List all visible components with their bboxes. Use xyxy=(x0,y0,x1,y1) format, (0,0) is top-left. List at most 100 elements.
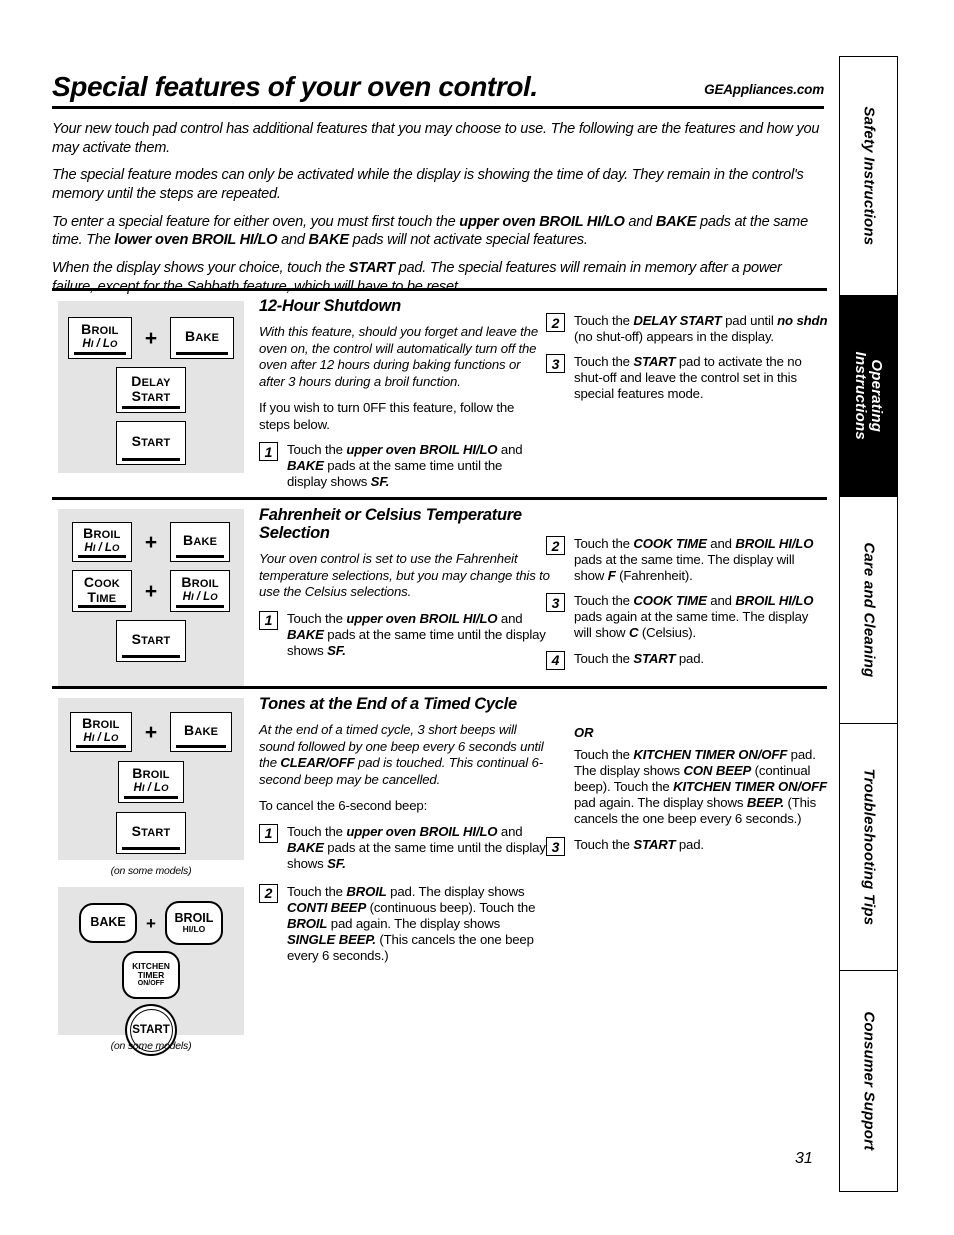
sidebar-tab-consumer-support[interactable]: Consumer Support xyxy=(839,970,898,1192)
shutdown-left-column: 12-Hour Shutdown With this feature, shou… xyxy=(259,297,539,499)
intro-paragraph-1: Your new touch pad control has additiona… xyxy=(52,121,820,156)
website-url: GEAppliances.com xyxy=(704,82,824,98)
step-number: 2 xyxy=(546,313,565,332)
pad-start[interactable]: START xyxy=(116,421,186,465)
temperature-left-column: Fahrenheit or Celsius Temperature Select… xyxy=(259,506,559,668)
step-number: 1 xyxy=(259,823,278,843)
step-text: Touch the START pad. xyxy=(574,650,704,666)
or-label: OR xyxy=(574,725,594,740)
section-intro: With this feature, should you forget and… xyxy=(259,324,539,389)
step-number: 2 xyxy=(546,536,565,555)
pad-bake[interactable]: BAKE xyxy=(170,522,231,562)
step-text: Touch the DELAY START pad until no shdn … xyxy=(574,313,828,345)
sidebar-tabs: Safety Instructions Operating Instruction… xyxy=(839,56,898,1192)
sidebar-tab-troubleshooting-tips[interactable]: Troubleshooting Tips xyxy=(839,723,898,971)
intro-text: Your new touch pad control has additiona… xyxy=(52,120,827,305)
pad-cook-time[interactable]: COOK TIME xyxy=(71,570,132,612)
step-number: 1 xyxy=(259,442,278,462)
pad-bake[interactable]: BAKE xyxy=(170,317,235,359)
step-text: Touch the upper oven BROIL HI/LO and BAK… xyxy=(287,442,523,490)
round-pad-label: BAKE xyxy=(90,915,126,930)
pad-diagram-shutdown: BROIL HI / LO + BAKE DELAY START START xyxy=(58,301,244,473)
round-pad-broil-hi-lo[interactable]: BROIL HI/LO xyxy=(164,901,223,945)
step-number: 1 xyxy=(259,610,278,630)
round-pad-label: START xyxy=(132,1024,170,1036)
plus-icon: + xyxy=(144,326,158,350)
panel-note-models: (on some models) xyxy=(110,865,192,877)
intro-paragraph-2: The special feature modes can only be ac… xyxy=(52,167,804,203)
pad-broil-hi-lo[interactable]: BROIL HI / LO xyxy=(67,317,132,359)
section-note: If you wish to turn 0FF this feature, fo… xyxy=(259,400,515,432)
sidebar-tab-label: Safety Instructions xyxy=(860,106,878,246)
pad-start[interactable]: START xyxy=(116,812,186,854)
plus-icon: + xyxy=(144,579,158,603)
step-text: Touch the START pad. xyxy=(574,837,704,853)
page-header: Special features of your oven control. G… xyxy=(52,71,824,110)
step-text: Touch the COOK TIME and BROIL HI/LO pads… xyxy=(574,536,814,584)
step-text: Touch the upper oven BROIL HI/LO and BAK… xyxy=(287,823,546,871)
section-heading: 12-Hour Shutdown xyxy=(259,297,401,315)
step-number: 3 xyxy=(546,354,565,374)
sidebar-tab-label: Troubleshooting Tips xyxy=(860,768,878,926)
sidebar-tab-label: Consumer Support xyxy=(860,1011,878,1151)
step-number: 3 xyxy=(546,593,565,613)
page-number: 31 xyxy=(795,1150,813,1167)
shutdown-right-column: 2 Touch the DELAY START pad until no shd… xyxy=(546,313,828,411)
section-intro: At the end of a timed cycle, 3 short bee… xyxy=(259,722,544,787)
sidebar-tab-care-and-cleaning[interactable]: Care and Cleaning xyxy=(839,496,898,724)
step-item: 2 Touch the DELAY START pad until no shd… xyxy=(546,313,828,345)
step-item: 1 Touch the upper oven BROIL HI/LO and B… xyxy=(259,610,559,659)
round-pad-sublabel: TIMER xyxy=(137,970,165,981)
step-number: 3 xyxy=(546,837,565,857)
section-tones: BROIL HI / LO + BAKE BROIL HI / LO START… xyxy=(52,686,827,1069)
sidebar-tab-operating-instructions[interactable]: Operating Instructions xyxy=(839,295,898,497)
step-item: 2 Touch the BROIL pad. The display shows… xyxy=(259,883,549,964)
section-heading: Tones at the End of a Timed Cycle xyxy=(259,695,517,713)
step-text: Touch the START pad to activate the no s… xyxy=(574,354,802,402)
plus-icon: + xyxy=(146,913,156,933)
sidebar-tab-label: Care and Cleaning xyxy=(860,542,878,678)
step-text: Touch the upper oven BROIL HI/LO and BAK… xyxy=(287,610,546,658)
step-item: 3 Touch the COOK TIME and BROIL HI/LO pa… xyxy=(546,593,828,641)
step-item: 2 Touch the COOK TIME and BROIL HI/LO pa… xyxy=(546,536,828,584)
pad-broil-hi-lo[interactable]: BROIL HI / LO xyxy=(118,761,184,803)
step-item: 3 Touch the START pad. xyxy=(546,837,831,857)
step-text: Touch the BROIL pad. The display shows C… xyxy=(287,883,536,964)
plus-icon: + xyxy=(144,530,158,554)
round-pad-sublabel2: ON/OFF xyxy=(137,980,165,988)
sidebar-tab-label: Operating Instructions xyxy=(852,351,886,441)
pad-delay-start[interactable]: DELAY START xyxy=(116,367,186,413)
header-divider xyxy=(52,106,824,110)
pad-broil-hi-lo[interactable]: BROIL HI / LO xyxy=(71,522,132,562)
section-intro: Your oven control is set to use the Fahr… xyxy=(259,551,550,600)
round-pad-sublabel: HI/LO xyxy=(182,924,206,935)
section-12-hour-shutdown: BROIL HI / LO + BAKE DELAY START START 1… xyxy=(52,288,828,489)
plus-icon: + xyxy=(144,720,158,744)
manual-page: Special features of your oven control. G… xyxy=(0,0,954,1235)
step-number: 2 xyxy=(259,883,278,903)
step-number: 4 xyxy=(546,650,565,670)
step-text: Touch the COOK TIME and BROIL HI/LO pads… xyxy=(574,593,814,641)
pad-diagram-round: BAKE + BROIL HI/LO KITCHEN TIMER ON/OFF xyxy=(58,887,244,1056)
tones-right-column: OR Touch the KITCHEN TIMER ON/OFF pad. T… xyxy=(546,725,831,865)
page-title: Special features of your oven control. xyxy=(52,71,538,102)
intro-paragraph-3: To enter a special feature for either ov… xyxy=(52,213,808,249)
section-note: To cancel the 6-second beep: xyxy=(259,798,428,814)
pad-broil-hi-lo[interactable]: BROIL HI / LO xyxy=(69,712,132,752)
step-item: 1 Touch the upper oven BROIL HI/LO and B… xyxy=(259,442,539,490)
round-pad-kitchen-timer[interactable]: KITCHEN TIMER ON/OFF xyxy=(122,951,180,999)
tones-left-column: Tones at the End of a Timed Cycle At the… xyxy=(259,695,549,973)
pad-diagram-tones: BROIL HI / LO + BAKE BROIL HI / LO START xyxy=(58,698,244,860)
round-pad-bake[interactable]: BAKE xyxy=(79,903,138,943)
or-instruction-text: Touch the KITCHEN TIMER ON/OFF pad. The … xyxy=(574,747,827,827)
sidebar-tab-safety-instructions[interactable]: Safety Instructions xyxy=(839,56,898,296)
pad-start[interactable]: START xyxy=(116,620,186,662)
step-item: 1 Touch the upper oven BROIL HI/LO and B… xyxy=(259,823,549,872)
pad-broil-hi-lo[interactable]: BROIL HI / LO xyxy=(170,570,231,612)
section-heading: Fahrenheit or Celsius Temperature Select… xyxy=(259,506,522,543)
step-item: 3 Touch the START pad to activate the no… xyxy=(546,354,828,402)
pad-diagram-temperature: BROIL HI / LO + BAKE COOK TIME + BROIL H… xyxy=(58,509,244,686)
step-item: 4 Touch the START pad. xyxy=(546,650,828,670)
temperature-right-column: 2 Touch the COOK TIME and BROIL HI/LO pa… xyxy=(546,536,828,679)
pad-bake[interactable]: BAKE xyxy=(170,712,233,752)
